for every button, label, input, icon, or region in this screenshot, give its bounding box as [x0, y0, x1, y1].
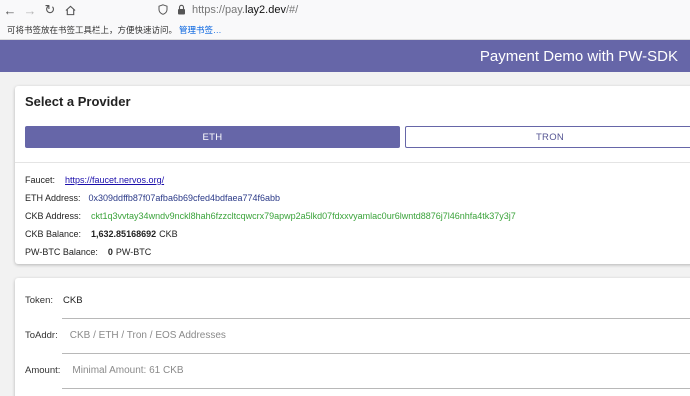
url-suffix: /#/ [285, 3, 299, 16]
arrow-right-icon: → [23, 2, 37, 18]
bookmarks-toolbar: 可将书签放在书签工具栏上，方便快速访问。 管理书签… [0, 20, 690, 40]
token-row: Token: CKB [25, 295, 83, 306]
to-addr-label: ToAddr: [25, 330, 58, 341]
shield-icon[interactable] [156, 3, 170, 17]
provider-card: Select a Provider ETH TRON Faucet: https… [15, 86, 690, 264]
pwbtc-balance-label: PW-BTC Balance: [25, 247, 98, 257]
forward-button[interactable]: → [20, 0, 40, 20]
pwbtc-balance-unit: PW-BTC [115, 247, 152, 257]
tab-eth[interactable]: ETH [25, 126, 400, 148]
browser-toolbar: ← → ↻ https://pay.lay2.dev/#/ [0, 0, 690, 20]
eth-address-row: ETH Address: 0x309ddffb87f07afba6b69cfed… [25, 192, 280, 204]
back-button[interactable]: ← [0, 0, 20, 20]
faucet-row: Faucet: https://faucet.nervos.org/ [25, 174, 164, 186]
ckb-balance-amount: 1,632.85168692 [91, 229, 157, 239]
to-addr-underline [62, 353, 690, 354]
manage-bookmarks-link[interactable]: 管理书签… [179, 24, 222, 36]
lock-icon[interactable] [174, 3, 188, 17]
faucet-link[interactable]: https://faucet.nervos.org/ [65, 175, 164, 185]
home-button[interactable] [60, 0, 80, 20]
amount-row: Amount: Minimal Amount: 61 CKB [25, 365, 184, 376]
ckb-address-value: ckt1q3vvtay34wndv9nckl8hah6fzzcltcqwcrx7… [91, 211, 516, 221]
app-title: Payment Demo with PW-SDK [479, 47, 678, 65]
pwbtc-balance-row: PW-BTC Balance: 0 PW-BTC [25, 246, 151, 258]
bookmark-hint: 可将书签放在书签工具栏上，方便快速访问。 [7, 24, 178, 35]
eth-address-value: 0x309ddffb87f07afba6b69cfed4bdfaea774f6a… [88, 193, 281, 203]
amount-input[interactable]: Minimal Amount: 61 CKB [72, 365, 183, 376]
to-addr-input[interactable]: CKB / ETH / Tron / EOS Addresses [70, 330, 226, 341]
ckb-balance-label: CKB Balance: [25, 229, 82, 239]
home-icon [65, 5, 75, 15]
url-prefix: https://pay. [192, 3, 245, 16]
token-underline [62, 318, 690, 319]
provider-divider [15, 162, 690, 163]
faucet-label: Faucet: [25, 175, 56, 185]
provider-heading: Select a Provider [25, 94, 131, 109]
pwbtc-balance-amount: 0 [107, 247, 113, 257]
amount-label: Amount: [25, 365, 61, 376]
arrow-left-icon: ← [3, 2, 17, 18]
tab-tron[interactable]: TRON [405, 126, 690, 148]
reload-button[interactable]: ↻ [40, 0, 60, 20]
ckb-balance-unit: CKB [159, 229, 178, 239]
amount-underline [62, 388, 690, 389]
url-text[interactable]: https://pay.lay2.dev/#/ [192, 4, 298, 16]
token-label: Token: [25, 295, 53, 306]
eth-address-label: ETH Address: [25, 193, 81, 203]
url-bar[interactable]: https://pay.lay2.dev/#/ [156, 1, 690, 18]
reload-icon: ↻ [44, 2, 56, 17]
url-host: lay2.dev [245, 3, 286, 16]
token-select[interactable]: CKB [63, 295, 83, 306]
ckb-balance-row: CKB Balance: 1,632.85168692 CKB [25, 228, 178, 240]
ckb-address-row: CKB Address: ckt1q3vvtay34wndv9nckl8hah6… [25, 210, 516, 222]
app-header: Payment Demo with PW-SDK [0, 40, 690, 72]
ckb-address-label: CKB Address: [25, 211, 82, 221]
to-addr-row: ToAddr: CKB / ETH / Tron / EOS Addresses [25, 330, 226, 341]
transfer-form-card: Token: CKB ToAddr: CKB / ETH / Tron / EO… [15, 278, 690, 396]
